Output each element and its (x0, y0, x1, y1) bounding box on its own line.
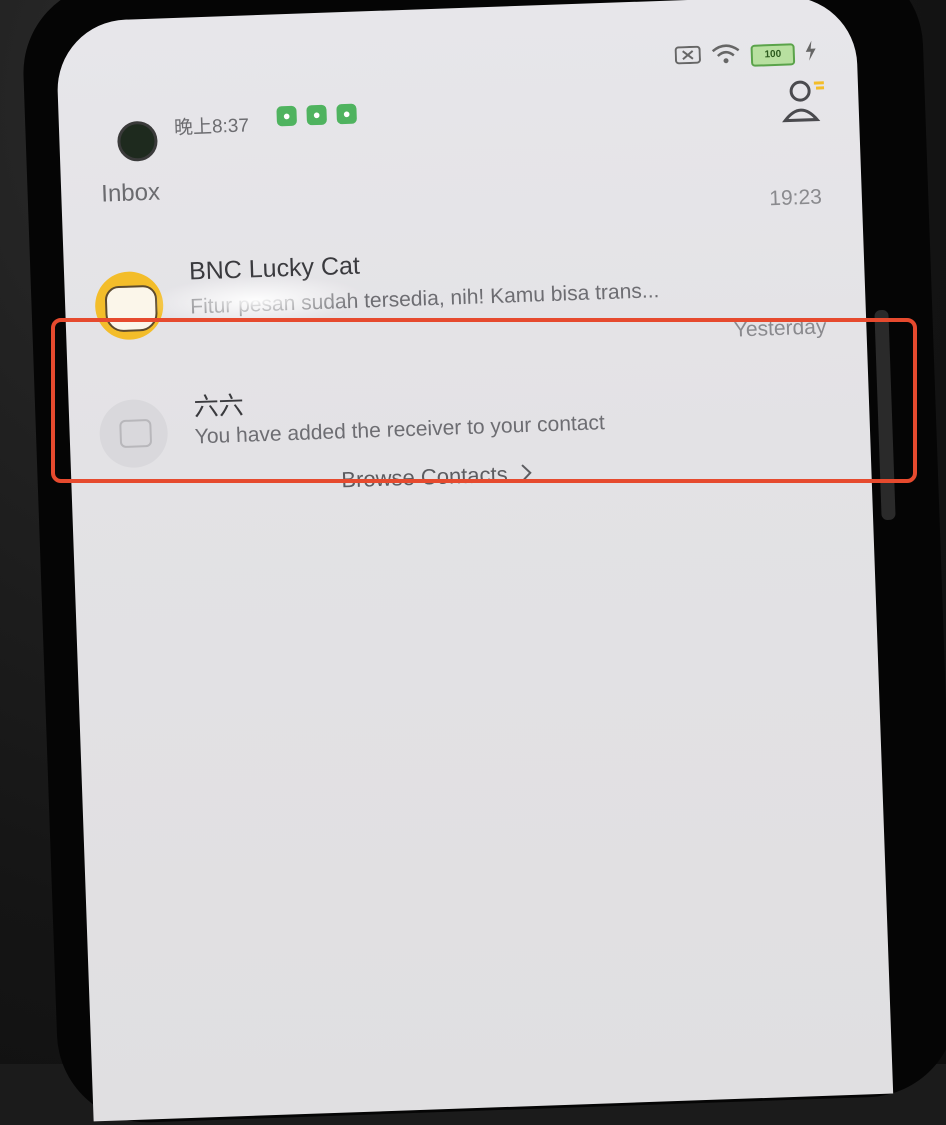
battery-icon: 100 (750, 42, 796, 67)
wechat-icon: ● (306, 104, 328, 126)
status-time: 晚上8:37 (173, 115, 250, 139)
notification-app-icon: ● (276, 105, 298, 127)
sim-icon (674, 45, 701, 70)
phone-screen: 晚上8:37 ● ● ● 100 Inbox 19:23 BNC Lucky C… (55, 0, 894, 1122)
status-bar-right: 100 (674, 40, 817, 72)
highlight-box (51, 318, 917, 483)
front-camera (116, 120, 159, 162)
wifi-icon (710, 42, 741, 70)
message-time: 19:23 (768, 185, 823, 211)
charging-icon (804, 40, 817, 66)
profile-icon[interactable] (780, 75, 830, 125)
wechat-icon: ● (336, 103, 357, 125)
page-title: Inbox (100, 178, 161, 208)
